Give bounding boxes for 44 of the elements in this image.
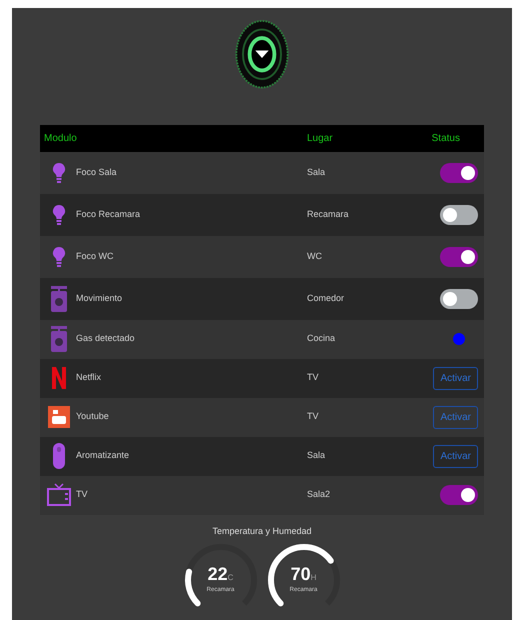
light-bulb-icon [52, 202, 66, 226]
activate-button[interactable]: Activar [433, 444, 478, 468]
video-play-logo-icon [48, 406, 70, 428]
place-name: Cocina [307, 332, 336, 346]
gauge-unit: H [310, 572, 316, 584]
place-name: Comedor [307, 292, 346, 305]
module-name: Foco Recamara [75, 208, 142, 221]
column-header: Modulo [44, 132, 78, 146]
module-name: Gas detectado [75, 332, 136, 346]
toggle-switch[interactable] [440, 162, 478, 182]
toggle-switch[interactable] [440, 485, 478, 505]
place-name: Sala2 [307, 488, 332, 502]
place-name: Recamara [307, 208, 350, 221]
module-name: Movimiento [75, 292, 124, 305]
letter-n-logo-icon [51, 366, 67, 390]
gauge-value: 70 [290, 565, 311, 583]
module-name: TV [75, 488, 89, 502]
toggle-switch[interactable] [440, 246, 478, 266]
gauge-unit: C [228, 572, 234, 584]
diffuser-icon [52, 442, 66, 470]
column-header: Lugar [307, 132, 334, 146]
module-name: Foco Sala [75, 166, 118, 179]
activate-button[interactable]: Activar [433, 406, 478, 428]
activate-button[interactable]: Activar [433, 366, 478, 390]
light-bulb-icon [52, 160, 66, 184]
television-icon [47, 483, 71, 507]
place-name: TV [307, 371, 320, 384]
toggle-switch[interactable] [440, 288, 478, 308]
sensor-icon [50, 325, 68, 353]
dropdown-logo-icon[interactable] [234, 20, 290, 88]
place-name: Sala [307, 166, 326, 179]
sensors-title: Temperatura y Humedad [212, 524, 312, 538]
sensor-icon [50, 284, 68, 312]
place-name: WC [307, 250, 323, 263]
light-bulb-icon [52, 244, 66, 268]
gauge-value: 22 [208, 565, 228, 583]
module-name: Foco WC [75, 250, 115, 263]
module-name: Aromatizante [75, 449, 130, 462]
column-header: Status [432, 132, 461, 146]
module-name: Netflix [75, 371, 102, 384]
place-name: TV [307, 410, 320, 424]
toggle-switch[interactable] [440, 204, 478, 224]
module-name: Youtube [75, 410, 110, 424]
place-name: Sala [307, 449, 326, 462]
